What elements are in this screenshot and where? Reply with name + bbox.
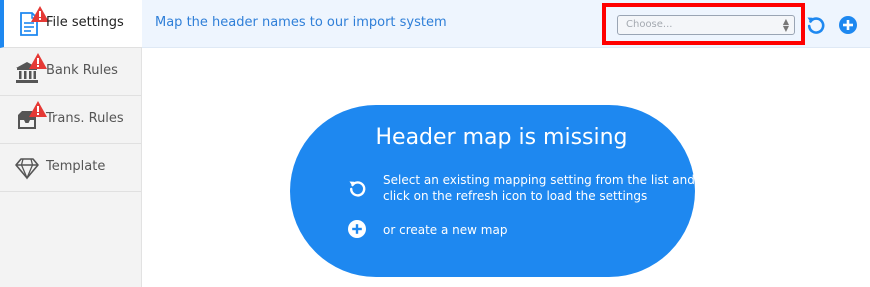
sidebar-item-label: Bank Rules [46,63,118,78]
app-root: File settings Bank Rules Trans. Rules Te… [0,0,870,287]
message-title: Header map is missing [375,125,628,150]
diamond-icon [15,158,39,180]
sidebar-item-label: Trans. Rules [46,111,124,126]
add-circle-icon [348,220,366,238]
sidebar-item-label: Template [46,159,106,174]
refresh-icon[interactable] [806,15,826,35]
select-placeholder: Choose... [626,19,673,30]
message-instructions: Select an existing mapping setting from … [383,172,695,204]
mapping-select[interactable]: Choose... ▲ ▼ [617,15,795,35]
sidebar-item-bank-rules[interactable]: Bank Rules [0,48,141,96]
sidebar-item-file-settings[interactable]: File settings [0,0,142,48]
select-arrows-icon: ▲ ▼ [782,17,789,33]
sidebar-item-trans-rules[interactable]: Trans. Rules [0,96,141,144]
missing-map-message: Header map is missing Select an existing… [290,105,695,277]
warning-icon [29,101,47,117]
message-line-1: Select an existing mapping setting from … [383,173,695,187]
sidebar-item-template[interactable]: Template [0,144,141,192]
message-line-2: click on the refresh icon to load the se… [383,189,648,203]
add-circle-icon[interactable] [838,15,858,35]
message-line-3: or create a new map [383,223,508,237]
sidebar-item-label: File settings [46,15,124,30]
warning-icon [29,53,47,69]
header-bar: Map the header names to our import syste… [142,0,870,48]
sidebar: File settings Bank Rules Trans. Rules Te… [0,0,142,287]
refresh-icon [349,181,366,197]
header-instruction: Map the header names to our import syste… [155,15,447,30]
